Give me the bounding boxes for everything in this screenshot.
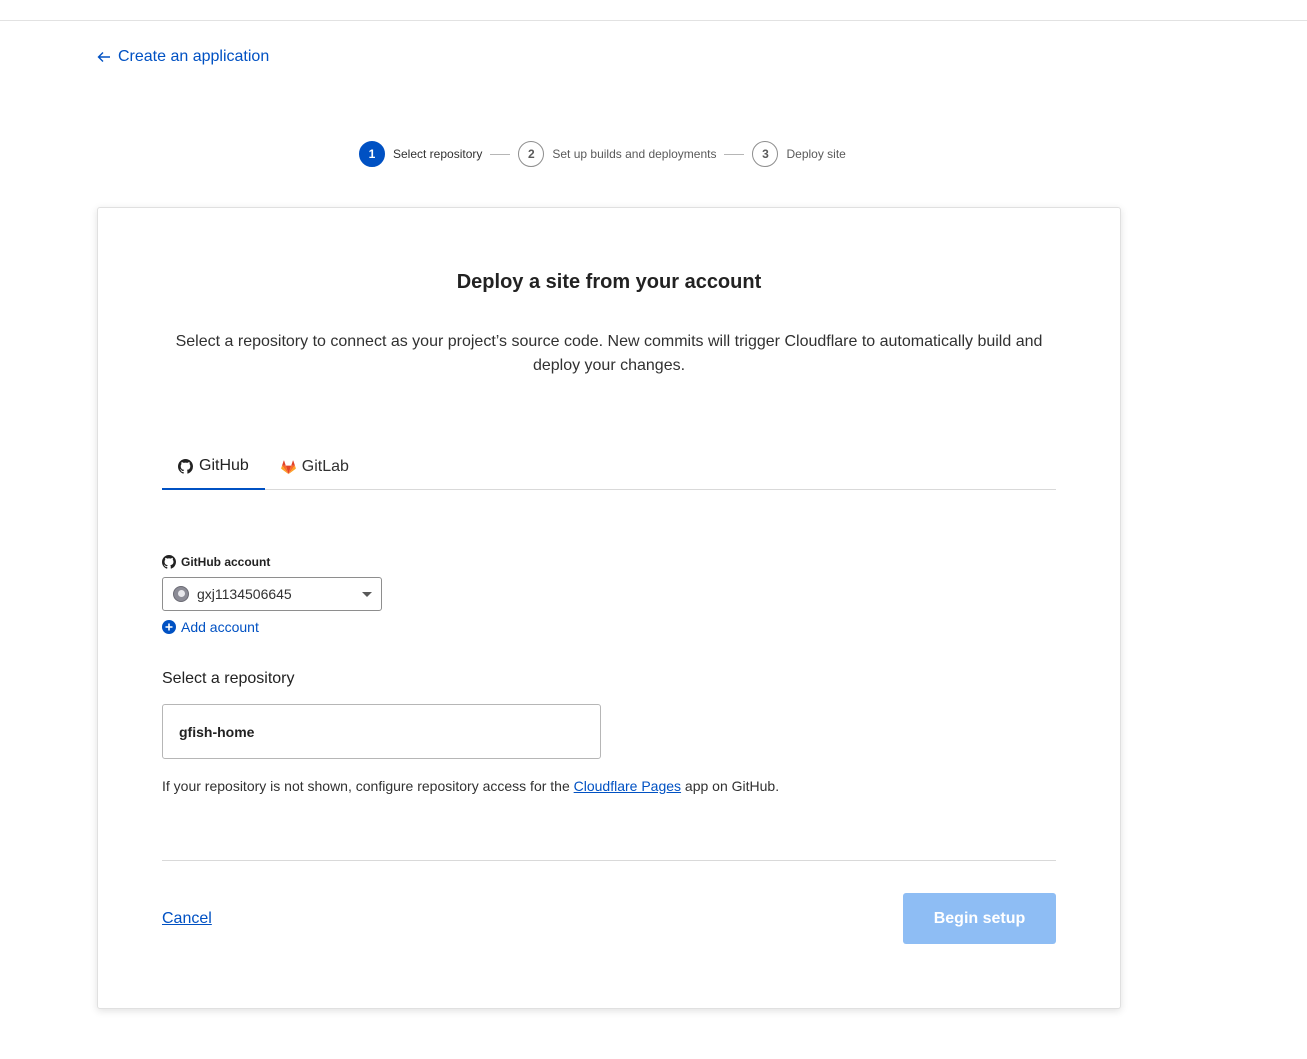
step-number: 1: [359, 141, 385, 167]
back-link-label: Create an application: [118, 48, 270, 65]
github-account-select[interactable]: gxj1134506645: [162, 577, 382, 611]
step-deploy-site: 3 Deploy site: [752, 141, 846, 167]
back-link[interactable]: Create an application: [96, 46, 269, 68]
deploy-card: Deploy a site from your account Select a…: [97, 207, 1121, 1009]
provider-tabs: GitHub GitLab: [162, 444, 1056, 490]
repository-input[interactable]: [162, 704, 601, 759]
step-number: 3: [752, 141, 779, 167]
github-icon: [162, 555, 176, 569]
cloudflare-pages-link[interactable]: Cloudflare Pages: [574, 778, 681, 794]
help-text-prefix: If your repository is not shown, configu…: [162, 778, 574, 794]
tab-github[interactable]: GitHub: [162, 444, 265, 490]
step-connector: [490, 153, 511, 155]
divider: [162, 860, 1056, 861]
tab-github-label: GitHub: [199, 457, 249, 474]
add-account-link[interactable]: Add account: [162, 618, 259, 636]
card-description: Select a repository to connect as your p…: [175, 333, 1043, 374]
gitlab-icon: [280, 460, 296, 474]
step-connector: [724, 153, 745, 155]
avatar: [173, 586, 189, 602]
card-title: Deploy a site from your account: [456, 271, 762, 293]
step-label: Set up builds and deployments: [552, 147, 717, 161]
github-account-label-text: GitHub account: [181, 555, 271, 569]
stepper: 1 Select repository 2 Set up builds and …: [359, 140, 846, 168]
add-account-label: Add account: [181, 619, 259, 635]
github-account-value: gxj1134506645: [197, 586, 292, 602]
tab-gitlab-label: GitLab: [301, 458, 349, 475]
cancel-link[interactable]: Cancel: [162, 910, 212, 928]
github-icon: [178, 458, 193, 474]
chevron-down-icon: [362, 592, 372, 597]
github-account-label: GitHub account: [162, 555, 270, 569]
step-label: Deploy site: [786, 147, 846, 161]
select-repository-label: Select a repository: [162, 670, 295, 687]
arrow-left-icon: [97, 52, 110, 62]
step-setup-builds: 2 Set up builds and deployments: [518, 141, 716, 167]
begin-setup-button[interactable]: Begin setup: [903, 893, 1056, 944]
step-number: 2: [518, 141, 545, 167]
top-border: [0, 20, 1307, 21]
help-text-suffix: app on GitHub.: [681, 778, 780, 794]
plus-circle-icon: [162, 620, 176, 634]
repository-help-text: If your repository is not shown, configu…: [162, 778, 779, 794]
tab-gitlab[interactable]: GitLab: [265, 444, 365, 490]
step-select-repository: 1 Select repository: [359, 141, 482, 167]
step-label: Select repository: [393, 147, 483, 161]
